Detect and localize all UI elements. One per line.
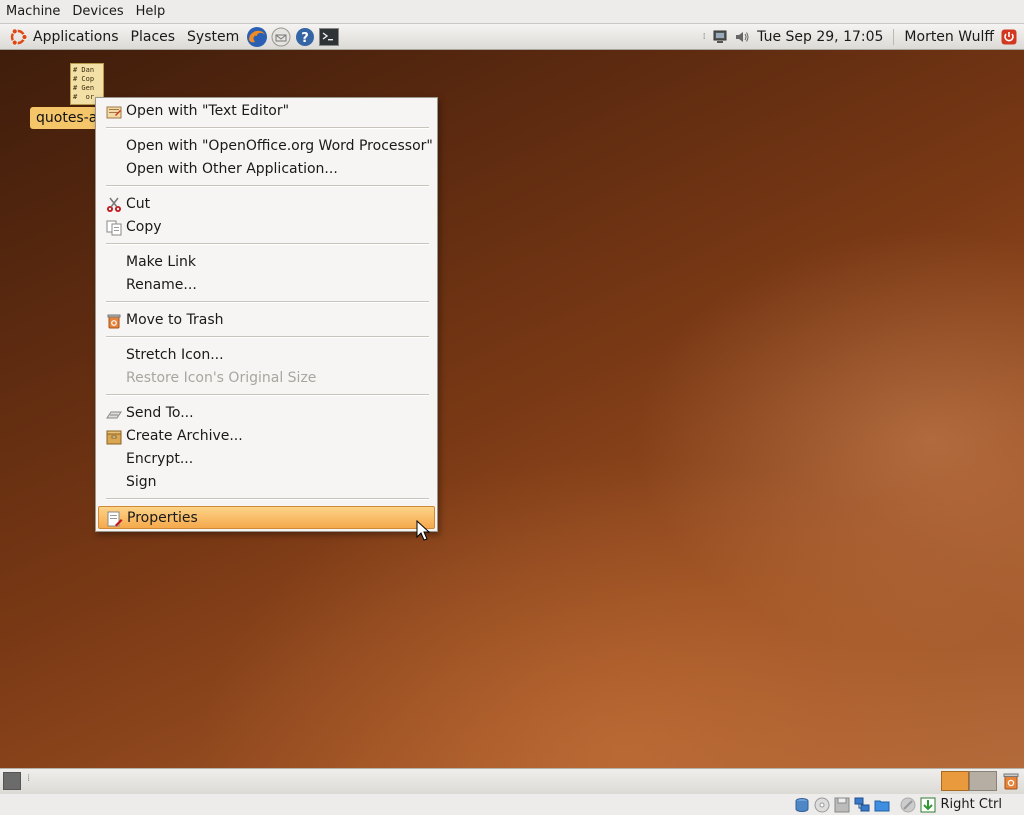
- mouse-integration-icon[interactable]: [920, 797, 936, 813]
- menu-item-copy[interactable]: Copy: [98, 216, 435, 239]
- menu-separator: [106, 127, 429, 129]
- host-key-label: Right Ctrl: [940, 797, 1003, 812]
- top-panel: Applications Places System ? ⁞ Tue Sep 2…: [0, 24, 1024, 50]
- bottom-panel: ⁞: [0, 768, 1024, 794]
- menu-item-create-archive[interactable]: Create Archive...: [98, 425, 435, 448]
- copy-icon: [106, 220, 122, 236]
- context-menu: Open with "Text Editor" Open with "OpenO…: [95, 97, 438, 532]
- seamless-mode-icon: [900, 797, 916, 813]
- network-adapter-icon[interactable]: [854, 797, 870, 813]
- clock[interactable]: Tue Sep 29, 17:05: [753, 28, 895, 45]
- scissors-icon: [107, 197, 121, 212]
- ubuntu-logo-icon: [10, 27, 28, 46]
- trash-applet-icon[interactable]: [1002, 772, 1020, 790]
- menu-item-open-text-editor[interactable]: Open with "Text Editor": [98, 100, 435, 123]
- host-menu-machine[interactable]: Machine: [0, 0, 66, 24]
- mouse-cursor-icon: [416, 520, 430, 541]
- applications-menu[interactable]: Applications: [0, 25, 125, 49]
- menu-separator: [106, 498, 429, 500]
- menu-item-open-other-application[interactable]: Open with Other Application...: [98, 158, 435, 181]
- shared-folders-icon[interactable]: [874, 797, 890, 813]
- applications-label: Applications: [33, 28, 119, 45]
- places-menu[interactable]: Places: [125, 25, 182, 49]
- workspace-2[interactable]: [969, 771, 997, 791]
- menu-item-cut[interactable]: Cut: [98, 193, 435, 216]
- panel-handle-icon: ⁞: [702, 31, 706, 42]
- menu-separator: [106, 185, 429, 187]
- network-icon[interactable]: [711, 28, 729, 46]
- shutdown-icon[interactable]: [1000, 28, 1018, 46]
- menu-item-properties[interactable]: Properties: [98, 506, 435, 529]
- svg-text:?: ?: [301, 31, 309, 46]
- menu-item-stretch-icon[interactable]: Stretch Icon...: [98, 344, 435, 367]
- menu-item-make-link[interactable]: Make Link: [98, 251, 435, 274]
- archive-icon: [106, 430, 122, 445]
- mail-icon[interactable]: [270, 26, 292, 48]
- help-icon[interactable]: ?: [294, 26, 316, 48]
- send-icon: [106, 411, 122, 419]
- host-menubar: Machine Devices Help: [0, 0, 1024, 24]
- system-menu[interactable]: System: [181, 25, 245, 49]
- menu-item-restore-icon-size: Restore Icon's Original Size: [126, 370, 317, 386]
- vbox-statusbar: Right Ctrl: [0, 794, 1024, 815]
- cd-rom-icon[interactable]: [814, 797, 830, 813]
- text-editor-icon: [106, 106, 122, 119]
- volume-icon[interactable]: [733, 28, 751, 46]
- firefox-icon[interactable]: [246, 26, 268, 48]
- workspace-1[interactable]: [941, 771, 969, 791]
- floppy-icon[interactable]: [834, 797, 850, 813]
- menu-item-encrypt[interactable]: Encrypt...: [98, 448, 435, 471]
- menu-item-sign[interactable]: Sign: [98, 471, 435, 494]
- host-menu-help[interactable]: Help: [130, 0, 172, 24]
- show-desktop-icon[interactable]: [3, 772, 21, 790]
- menu-item-send-to[interactable]: Send To...: [98, 402, 435, 425]
- menu-item-move-to-trash[interactable]: Move to Trash: [98, 309, 435, 332]
- user-name[interactable]: Morten Wulff: [894, 29, 998, 45]
- menu-separator: [106, 394, 429, 396]
- menu-separator: [106, 336, 429, 338]
- menu-separator: [106, 301, 429, 303]
- menu-item-open-word-processor[interactable]: Open with "OpenOffice.org Word Processor…: [98, 135, 435, 158]
- properties-icon: [107, 511, 123, 527]
- menu-separator: [106, 243, 429, 245]
- panel-handle-icon: ⁞: [27, 773, 31, 784]
- trash-icon: [107, 314, 121, 329]
- menu-item-rename[interactable]: Rename...: [98, 274, 435, 297]
- system-tray: ⁞ Tue Sep 29, 17:05 Morten Wulff: [699, 24, 1024, 49]
- hard-disk-icon[interactable]: [794, 797, 810, 813]
- terminal-icon[interactable]: [318, 26, 340, 48]
- host-menu-devices[interactable]: Devices: [66, 0, 129, 24]
